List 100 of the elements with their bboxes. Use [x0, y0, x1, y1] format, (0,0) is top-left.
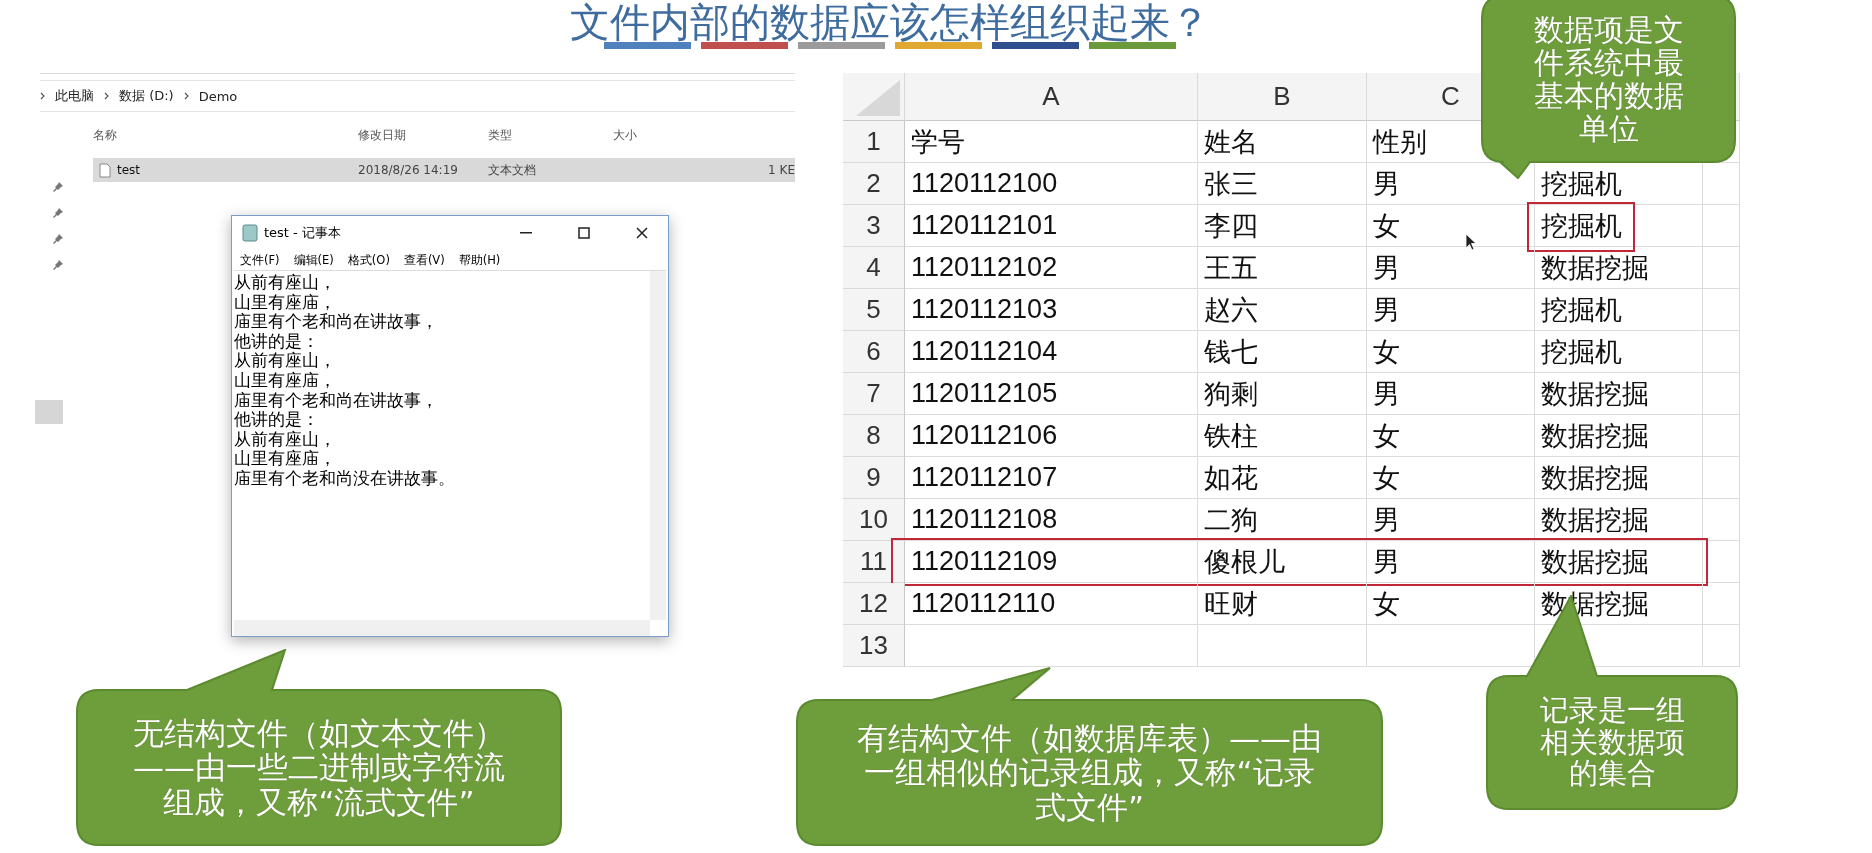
table-cell: 男 — [1367, 247, 1535, 289]
table-cell: 1120112106 — [905, 415, 1198, 457]
chevron-icon — [40, 92, 45, 100]
table-cell: 傻根儿 — [1198, 541, 1367, 583]
table-cell: 1120112107 — [905, 457, 1198, 499]
menu-item[interactable]: 格式(O) — [347, 252, 390, 268]
row-number[interactable]: 3 — [843, 205, 905, 247]
table-cell: 挖掘机 — [1535, 289, 1703, 331]
row-number[interactable]: 4 — [843, 247, 905, 289]
document-icon — [99, 162, 111, 178]
breadcrumb-item[interactable]: Demo — [198, 88, 238, 104]
empty-cell — [1703, 625, 1740, 667]
column-header[interactable]: 名称 — [93, 126, 358, 144]
column-header[interactable]: 修改日期 — [358, 126, 488, 144]
column-header[interactable]: A — [1042, 81, 1060, 112]
breadcrumb-item[interactable]: 此电脑 — [55, 87, 94, 105]
table-cell: 姓名 — [1198, 121, 1367, 163]
table-cell: 男 — [1367, 499, 1535, 541]
slide-title: 文件内部的数据应该怎样组织起来？ — [570, 0, 1210, 44]
text-content[interactable]: 从前有座山， 山里有座庙， 庙里有个老和尚在讲故事， 他讲的是： 从前有座山， 山里有座庙， 庙里有个老和尚在讲故事， 他讲的是： 从前有座山， 山里有座庙， 庙里有个老和尚没在讲故事。 — [234, 271, 650, 620]
table-cell: 女 — [1367, 415, 1535, 457]
row-number[interactable]: 12 — [843, 583, 905, 625]
table-cell: 1120112108 — [905, 499, 1198, 541]
table-cell: 男 — [1367, 373, 1535, 415]
table-cell: 数据挖掘 — [1535, 499, 1703, 541]
scroll-thumb[interactable] — [35, 400, 63, 424]
table-cell: 1120112102 — [905, 247, 1198, 289]
row-number[interactable]: 1 — [843, 121, 905, 163]
table-cell: 挖掘机 — [1535, 331, 1703, 373]
file-size: 1 KE — [767, 163, 795, 177]
empty-cell — [1703, 205, 1740, 247]
table-cell: 如花 — [1198, 457, 1367, 499]
empty-cell — [1703, 583, 1740, 625]
empty-cell — [1703, 457, 1740, 499]
table-cell: 1120112105 — [905, 373, 1198, 415]
empty-cell — [1703, 499, 1740, 541]
callout-text: 无结构文件（如文本文件）——由一些二进制或字符流组成，又称“流式文件” — [132, 716, 506, 819]
maximize-icon — [578, 227, 590, 239]
empty-cell — [1703, 373, 1740, 415]
row-number[interactable]: 9 — [843, 457, 905, 499]
empty-cell — [1703, 289, 1740, 331]
table-cell: 王五 — [1198, 247, 1367, 289]
mouse-cursor-icon — [1465, 233, 1477, 251]
table-cell: 挖掘机 — [1535, 205, 1703, 247]
table-cell: 男 — [1367, 289, 1535, 331]
column-header[interactable]: 类型 — [488, 126, 613, 144]
row-number[interactable]: 11 — [843, 541, 905, 583]
menu-item[interactable]: 帮助(H) — [458, 252, 501, 268]
table-cell: 赵六 — [1198, 289, 1367, 331]
table-cell: 男 — [1367, 541, 1535, 583]
empty-cell — [1703, 331, 1740, 373]
address-bar[interactable]: 此电脑 数据 (D:) Demo — [40, 80, 795, 112]
select-all-icon[interactable] — [856, 80, 900, 116]
close-icon — [636, 227, 648, 239]
row-number[interactable]: 2 — [843, 163, 905, 205]
chevron-icon — [104, 92, 109, 100]
file-date: 2018/8/26 14:19 — [358, 163, 459, 177]
column-header[interactable]: B — [1273, 81, 1291, 112]
table-cell: 1120112104 — [905, 331, 1198, 373]
window-title: test - 记事本 — [264, 224, 342, 242]
column-header[interactable]: C — [1441, 81, 1460, 112]
menu-item[interactable]: 查看(V) — [403, 252, 445, 268]
empty-cell — [1703, 247, 1740, 289]
menu-item[interactable]: 文件(F) — [240, 252, 280, 268]
table-cell: 二狗 — [1198, 499, 1367, 541]
table-cell: 李四 — [1198, 205, 1367, 247]
callout-text: 有结构文件（如数据库表）——由一组相似的记录组成，又称“记录式文件” — [856, 721, 1323, 824]
row-number[interactable]: 6 — [843, 331, 905, 373]
row-number[interactable]: 5 — [843, 289, 905, 331]
row-number[interactable]: 7 — [843, 373, 905, 415]
breadcrumb-item[interactable]: 数据 (D:) — [119, 87, 174, 105]
file-row[interactable]: test 2018/8/26 14:19 文本文档 1 KE — [93, 158, 795, 182]
callout-text: 记录是一组相关数据项的集合 — [1538, 694, 1686, 791]
table-cell: 女 — [1367, 583, 1535, 625]
table-cell: 1120112101 — [905, 205, 1198, 247]
row-number[interactable]: 13 — [843, 625, 905, 667]
pin-icon — [52, 207, 64, 219]
vertical-scrollbar[interactable] — [650, 271, 666, 620]
minimize-icon — [520, 232, 532, 234]
table-cell: 数据挖掘 — [1535, 541, 1703, 583]
pin-icon — [52, 233, 64, 245]
table-cell: 1120112103 — [905, 289, 1198, 331]
horizontal-scrollbar[interactable] — [234, 620, 650, 636]
callout-text: 数据项是文件系统中最基本的数据单位 — [1532, 13, 1685, 145]
file-type: 文本文档 — [488, 161, 537, 179]
row-number[interactable]: 8 — [843, 415, 905, 457]
menu-item[interactable]: 编辑(E) — [293, 252, 334, 268]
table-cell: 钱七 — [1198, 331, 1367, 373]
pin-icon — [52, 259, 64, 271]
table-cell: 1120112109 — [905, 541, 1198, 583]
row-number[interactable]: 10 — [843, 499, 905, 541]
table-cell: 张三 — [1198, 163, 1367, 205]
notepad-icon — [242, 224, 258, 242]
pin-icon — [52, 181, 64, 193]
table-cell: 学号 — [905, 121, 1198, 163]
table-cell: 铁柱 — [1198, 415, 1367, 457]
table-cell: 数据挖掘 — [1535, 415, 1703, 457]
column-header[interactable]: 大小 — [613, 126, 795, 144]
table-cell: 数据挖掘 — [1535, 457, 1703, 499]
file-name: test — [93, 162, 358, 178]
